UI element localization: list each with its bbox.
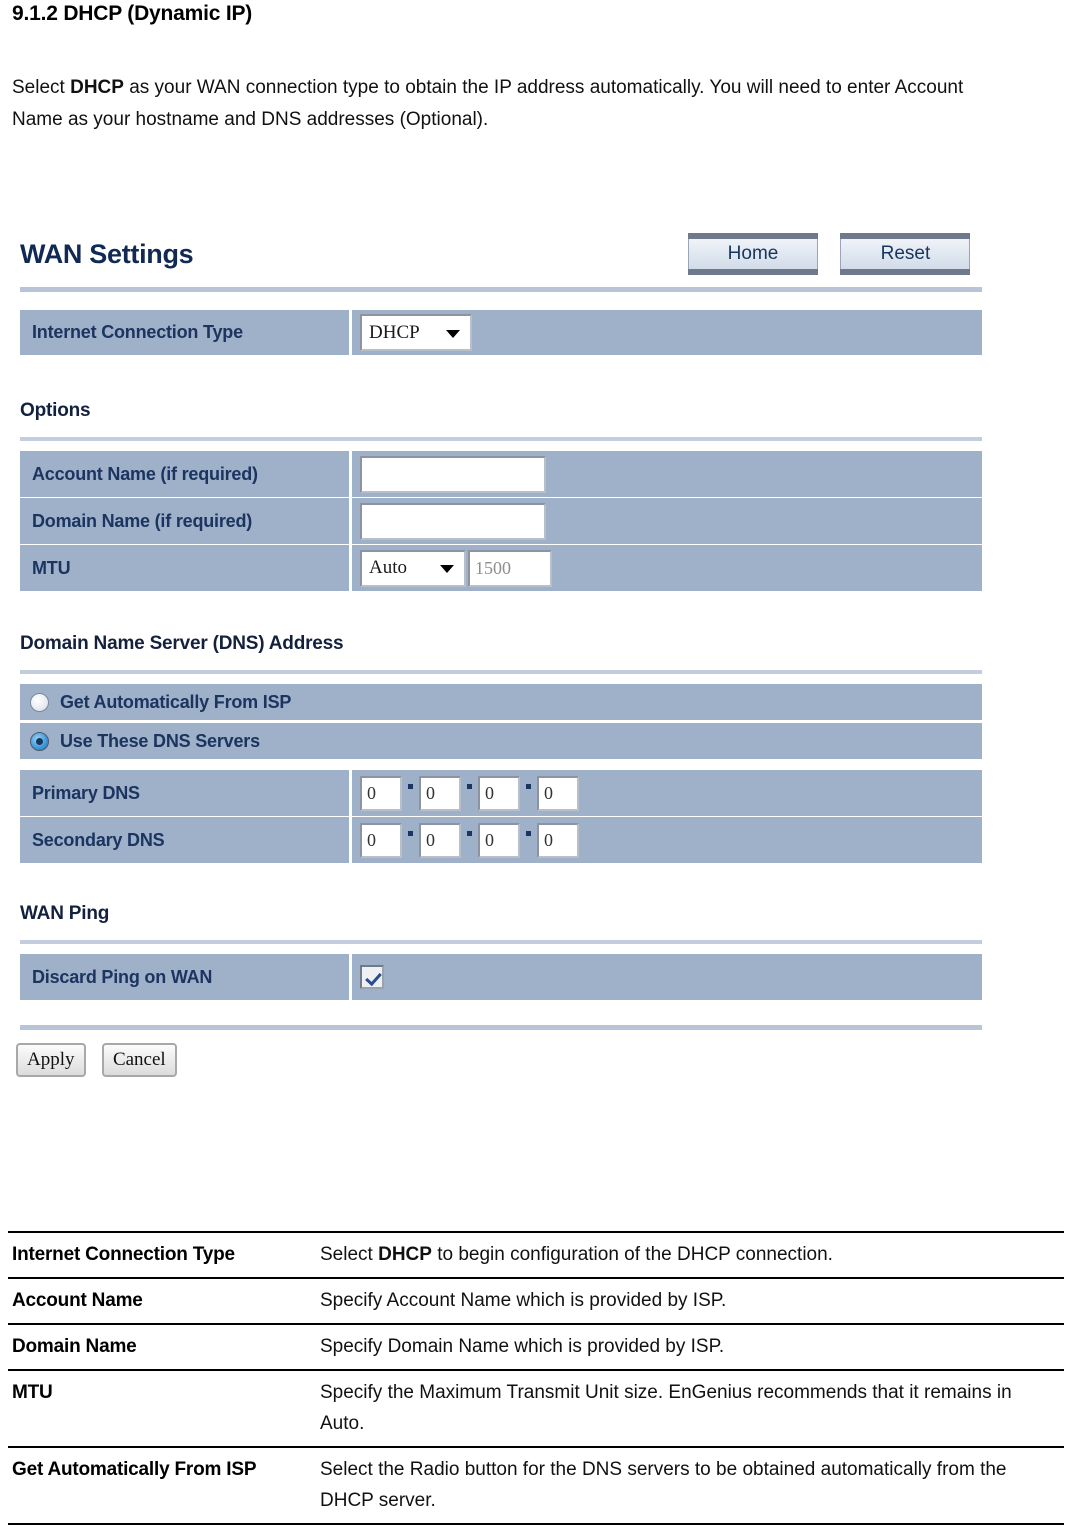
dns-separator-dot	[467, 831, 472, 836]
dns-separator-dot	[526, 831, 531, 836]
desc-bold: DHCP	[378, 1244, 432, 1265]
desc-domain-name: Specify Domain Name which is provided by…	[316, 1324, 1064, 1371]
dns-manual-radio[interactable]	[30, 731, 49, 751]
panel-title: WAN Settings	[20, 239, 194, 269]
panel-toolbar: Home Reset	[688, 233, 988, 275]
internet-connection-type-select[interactable]: DHCP	[360, 314, 472, 351]
row-domain-name: Domain Name (if required)	[20, 498, 982, 544]
table-row: Internet Connection Type Select DHCP to …	[8, 1231, 1064, 1279]
actions-divider	[20, 1025, 982, 1030]
term-domain-name: Domain Name	[8, 1324, 316, 1371]
options-divider	[20, 437, 982, 441]
home-button-label: Home	[727, 243, 779, 264]
desc-before: Select	[320, 1244, 379, 1265]
desc-internet-connection-type: Select DHCP to begin configuration of th…	[316, 1231, 1064, 1279]
internet-connection-type-value: DHCP	[352, 310, 982, 355]
desc-after: to begin configuration of the DHCP conne…	[431, 1244, 833, 1265]
home-button[interactable]: Home	[688, 233, 818, 275]
dns-separator-dot	[467, 784, 472, 789]
desc-mtu: Specify the Maximum Transmit Unit size. …	[316, 1370, 1064, 1448]
intro-text-before: Select	[12, 77, 71, 98]
secondary-dns-octet-1[interactable]: 0	[360, 822, 402, 858]
discard-ping-checkbox[interactable]	[360, 965, 384, 989]
apply-button[interactable]: Apply	[16, 1043, 86, 1077]
table-row: MTU Specify the Maximum Transmit Unit si…	[8, 1370, 1064, 1448]
dns-auto-radio[interactable]	[30, 692, 49, 712]
row-dns-manual[interactable]: Use These DNS Servers	[20, 723, 982, 759]
row-secondary-dns: Secondary DNS 0 0 0 0	[20, 817, 982, 863]
row-account-name: Account Name (if required)	[20, 451, 982, 497]
desc-account-name: Specify Account Name which is provided b…	[316, 1278, 1064, 1325]
mtu-size-input[interactable]: 1500	[468, 549, 552, 587]
chevron-down-icon	[440, 565, 454, 573]
discard-ping-label: Discard Ping on WAN	[20, 954, 352, 1000]
cancel-button[interactable]: Cancel	[101, 1043, 177, 1077]
row-mtu: MTU Auto 1500	[20, 545, 982, 591]
mtu-value: Auto 1500	[352, 545, 982, 591]
row-internet-connection-type: Internet Connection Type DHCP	[20, 310, 982, 355]
dns-auto-label: Get Automatically From ISP	[60, 691, 292, 712]
domain-name-value	[352, 498, 982, 544]
table-row: Domain Name Specify Domain Name which is…	[8, 1324, 1064, 1371]
primary-dns-label: Primary DNS	[20, 770, 352, 816]
term-mtu: MTU	[8, 1370, 316, 1448]
reset-button[interactable]: Reset	[840, 233, 971, 275]
domain-name-input[interactable]	[360, 502, 546, 540]
secondary-dns-octet-4[interactable]: 0	[537, 822, 579, 858]
row-primary-dns: Primary DNS 0 0 0 0	[20, 770, 982, 816]
action-bar: Apply Cancel	[16, 1043, 189, 1077]
term-account-name: Account Name	[8, 1278, 316, 1325]
wan-ping-divider	[20, 940, 982, 944]
title-divider	[20, 287, 982, 292]
account-name-value	[352, 451, 982, 497]
internet-connection-type-select-value: DHCP	[369, 321, 420, 343]
intro-text-bold: DHCP	[70, 77, 124, 98]
discard-ping-value	[352, 954, 982, 1000]
term-get-automatically-from-isp: Get Automatically From ISP	[8, 1447, 316, 1525]
primary-dns-value: 0 0 0 0	[352, 770, 982, 816]
intro-paragraph: Select DHCP as your WAN connection type …	[12, 72, 1012, 136]
mtu-mode-select[interactable]: Auto	[360, 549, 466, 587]
secondary-dns-label: Secondary DNS	[20, 817, 352, 863]
dns-heading: Domain Name Server (DNS) Address	[20, 633, 344, 654]
row-discard-ping: Discard Ping on WAN	[20, 954, 982, 1000]
dns-manual-label: Use These DNS Servers	[60, 730, 260, 751]
table-row: Account Name Specify Account Name which …	[8, 1278, 1064, 1325]
secondary-dns-octet-3[interactable]: 0	[478, 822, 520, 858]
account-name-label: Account Name (if required)	[20, 451, 352, 497]
primary-dns-octet-1[interactable]: 0	[360, 775, 402, 811]
row-dns-auto[interactable]: Get Automatically From ISP	[20, 684, 982, 720]
domain-name-label: Domain Name (if required)	[20, 498, 352, 544]
term-internet-connection-type: Internet Connection Type	[8, 1231, 316, 1279]
account-name-input[interactable]	[360, 455, 546, 493]
wan-ping-heading: WAN Ping	[20, 903, 110, 924]
chevron-down-icon	[446, 329, 460, 338]
internet-connection-type-label: Internet Connection Type	[20, 310, 352, 355]
primary-dns-octet-2[interactable]: 0	[419, 775, 461, 811]
reference-table: Internet Connection Type Select DHCP to …	[8, 1231, 1064, 1525]
primary-dns-octet-3[interactable]: 0	[478, 775, 520, 811]
table-row: Get Automatically From ISP Select the Ra…	[8, 1447, 1064, 1525]
wan-settings-panel: WAN Settings Home Reset Internet Connect…	[0, 225, 1000, 1085]
dns-separator-dot	[408, 784, 413, 789]
dns-separator-dot	[526, 784, 531, 789]
options-heading: Options	[20, 400, 91, 421]
mtu-mode-select-value: Auto	[369, 557, 407, 578]
dns-separator-dot	[408, 831, 413, 836]
page-title: 9.1.2 DHCP (Dynamic IP)	[12, 2, 253, 25]
intro-text-after: as your WAN connection type to obtain th…	[12, 77, 964, 130]
reset-button-label: Reset	[880, 243, 931, 264]
mtu-label: MTU	[20, 545, 352, 591]
dns-divider	[20, 670, 982, 674]
desc-get-automatically-from-isp: Select the Radio button for the DNS serv…	[316, 1447, 1064, 1525]
secondary-dns-value: 0 0 0 0	[352, 817, 982, 863]
primary-dns-octet-4[interactable]: 0	[537, 775, 579, 811]
secondary-dns-octet-2[interactable]: 0	[419, 822, 461, 858]
